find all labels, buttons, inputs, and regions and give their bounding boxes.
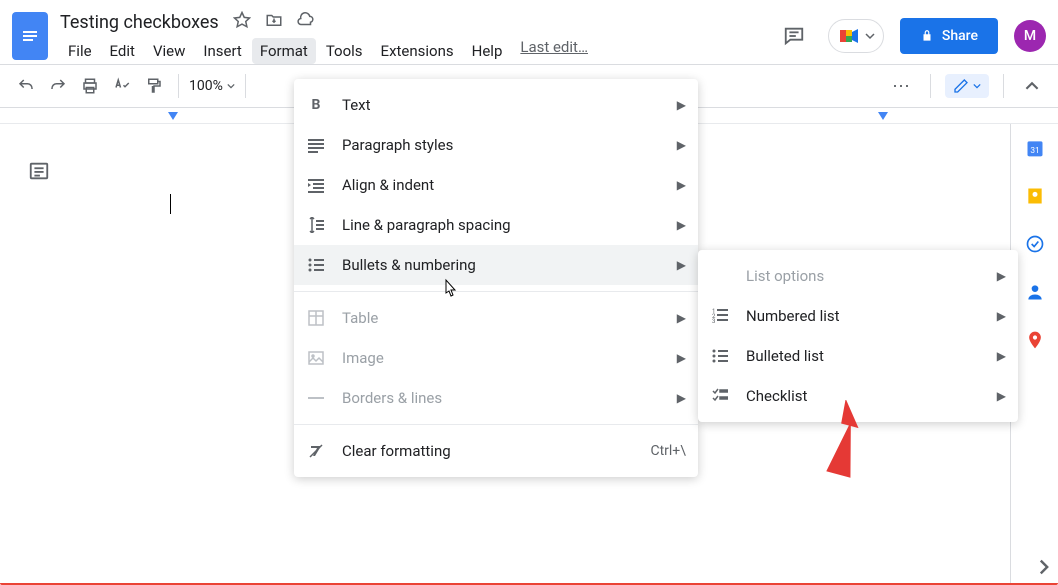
cloud-status-icon[interactable]: [297, 11, 315, 34]
image-icon: [306, 350, 326, 366]
document-outline-button[interactable]: [28, 160, 50, 186]
collapse-toolbar-button[interactable]: [1018, 72, 1046, 100]
pencil-icon: [953, 78, 969, 94]
redo-button[interactable]: [44, 72, 72, 100]
submenu-arrow-icon: ▶: [997, 349, 1006, 363]
comment-history-icon[interactable]: [776, 18, 812, 54]
list-icon: [306, 257, 326, 273]
svg-text:3: 3: [712, 318, 715, 324]
svg-text:31: 31: [1030, 146, 1039, 156]
print-button[interactable]: [76, 72, 104, 100]
submenu-checklist[interactable]: Checklist ▶: [698, 376, 1018, 416]
menu-line-spacing[interactable]: Line & paragraph spacing ▶: [294, 205, 698, 245]
menu-file[interactable]: File: [60, 38, 100, 64]
indent-marker-right[interactable]: [878, 112, 888, 120]
menu-text[interactable]: B Text ▶: [294, 85, 698, 125]
submenu-arrow-icon: ▶: [677, 138, 686, 152]
chevron-down-icon: [865, 31, 875, 41]
checklist-icon: [710, 388, 730, 404]
submenu-arrow-icon: ▶: [677, 311, 686, 325]
paragraph-icon: [306, 137, 326, 153]
bulleted-list-icon: [710, 348, 730, 364]
share-label: Share: [942, 28, 978, 44]
menu-table: Table ▶: [294, 298, 698, 338]
zoom-selector[interactable]: 100%: [189, 78, 235, 94]
indent-icon: [306, 177, 326, 193]
submenu-arrow-icon: ▶: [997, 309, 1006, 323]
table-icon: [306, 310, 326, 326]
expand-side-panel-button[interactable]: [1036, 559, 1052, 579]
shortcut-label: Ctrl+\: [650, 443, 686, 459]
text-cursor: [170, 194, 171, 214]
move-icon[interactable]: [265, 11, 283, 34]
star-icon[interactable]: [233, 11, 251, 34]
line-spacing-icon: [306, 217, 326, 233]
menu-bullets-numbering[interactable]: Bullets & numbering ▶: [294, 245, 698, 285]
submenu-arrow-icon: ▶: [997, 389, 1006, 403]
document-title[interactable]: Testing checkboxes: [60, 12, 219, 33]
editing-mode-button[interactable]: [945, 74, 989, 98]
submenu-arrow-icon: ▶: [677, 178, 686, 192]
zoom-value: 100%: [189, 78, 223, 94]
menu-borders-lines: Borders & lines ▶: [294, 378, 698, 418]
submenu-arrow-icon: ▶: [677, 258, 686, 272]
menu-help[interactable]: Help: [464, 38, 511, 64]
menu-clear-formatting[interactable]: Clear formatting Ctrl+\: [294, 431, 698, 471]
undo-button[interactable]: [12, 72, 40, 100]
menu-divider: [294, 291, 698, 292]
tasks-icon[interactable]: [1025, 234, 1045, 254]
submenu-arrow-icon: ▶: [997, 269, 1006, 283]
format-dropdown: B Text ▶ Paragraph styles ▶ Align & inde…: [294, 79, 698, 477]
keep-icon[interactable]: [1025, 186, 1045, 206]
maps-icon[interactable]: [1025, 330, 1045, 350]
submenu-numbered-list[interactable]: 123 Numbered list ▶: [698, 296, 1018, 336]
menu-format[interactable]: Format: [252, 38, 316, 64]
indent-marker-left[interactable]: [168, 112, 178, 120]
submenu-arrow-icon: ▶: [677, 218, 686, 232]
numbered-list-icon: 123: [710, 308, 730, 324]
more-tools-button[interactable]: ⋯: [888, 72, 916, 100]
menu-paragraph-styles[interactable]: Paragraph styles ▶: [294, 125, 698, 165]
meet-button[interactable]: [828, 19, 884, 53]
clear-format-icon: [306, 443, 326, 459]
line-icon: [306, 390, 326, 406]
menu-divider: [294, 424, 698, 425]
submenu-arrow-icon: ▶: [677, 98, 686, 112]
bullets-numbering-submenu: List options ▶ 123 Numbered list ▶ Bulle…: [698, 250, 1018, 422]
menu-extensions[interactable]: Extensions: [373, 38, 462, 64]
submenu-arrow-icon: ▶: [677, 351, 686, 365]
submenu-bulleted-list[interactable]: Bulleted list ▶: [698, 336, 1018, 376]
google-docs-logo[interactable]: [12, 12, 48, 60]
bold-icon: B: [306, 97, 326, 113]
menu-image: Image ▶: [294, 338, 698, 378]
submenu-arrow-icon: ▶: [677, 391, 686, 405]
chevron-down-icon: [973, 82, 981, 90]
submenu-list-options: List options ▶: [698, 256, 1018, 296]
share-button[interactable]: Share: [900, 18, 998, 54]
contacts-icon[interactable]: [1025, 282, 1045, 302]
paint-format-button[interactable]: [140, 72, 168, 100]
chevron-down-icon: [227, 82, 235, 90]
menu-edit[interactable]: Edit: [102, 38, 143, 64]
menu-tools[interactable]: Tools: [318, 38, 371, 64]
last-edit-link[interactable]: Last edit…: [520, 38, 588, 64]
spellcheck-button[interactable]: [108, 72, 136, 100]
menu-view[interactable]: View: [145, 38, 193, 64]
menu-insert[interactable]: Insert: [195, 38, 249, 64]
account-avatar[interactable]: M: [1014, 20, 1046, 52]
menu-align-indent[interactable]: Align & indent ▶: [294, 165, 698, 205]
calendar-icon[interactable]: 31: [1025, 138, 1045, 158]
lock-icon: [920, 29, 934, 43]
